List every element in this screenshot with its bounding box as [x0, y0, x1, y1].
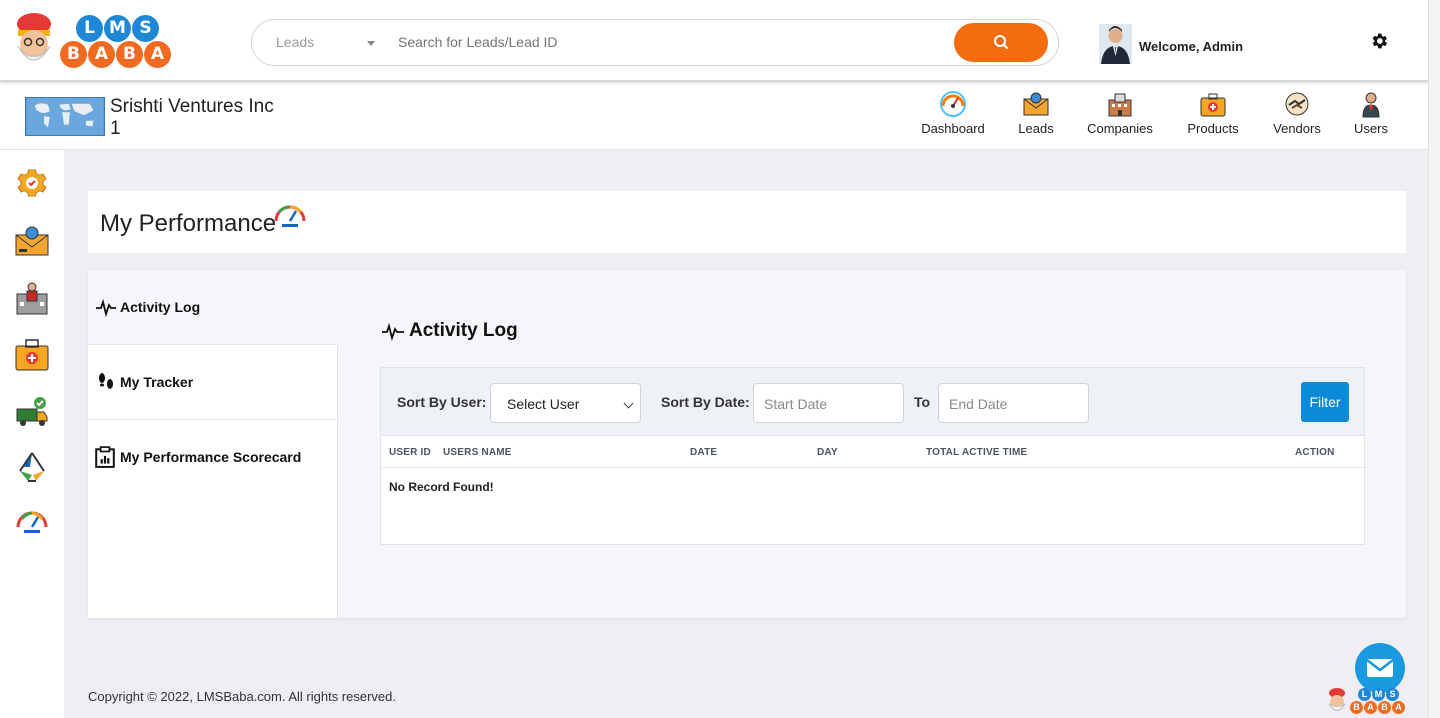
user-icon: [1362, 92, 1380, 118]
column-header[interactable]: USERS NAME: [443, 447, 512, 458]
logo-letter: M: [1372, 688, 1385, 701]
speedometer-icon: [940, 91, 966, 117]
tab-label: My Tracker: [120, 374, 194, 390]
page-title: My Performance: [100, 210, 277, 237]
sort-by-user-label: Sort By User:: [397, 394, 487, 410]
nav-companies[interactable]: Companies: [1084, 90, 1156, 136]
company-bar: Srishti Ventures Inc 1 Dashboard Leads C…: [0, 82, 1428, 150]
pulse-icon: [96, 298, 116, 317]
end-date-input[interactable]: End Date: [938, 383, 1089, 423]
pulse-icon: [382, 322, 404, 341]
page-scrollbar[interactable]: [1428, 0, 1440, 718]
nav-leads[interactable]: Leads: [1012, 90, 1060, 136]
column-header[interactable]: TOTAL ACTIVE TIME: [926, 447, 1027, 458]
to-label: To: [914, 394, 931, 410]
chevron-down-icon: [623, 398, 634, 409]
nav-label: Products: [1187, 121, 1239, 136]
nav-label: Vendors: [1273, 121, 1321, 136]
select-user-value: Select User: [507, 396, 580, 412]
avatar: [1099, 24, 1132, 64]
page-title-card: My Performance: [88, 191, 1406, 253]
companies-building-icon[interactable]: [14, 280, 50, 316]
nav-vendors[interactable]: Vendors: [1268, 90, 1326, 136]
logo-letter: L: [1358, 688, 1371, 701]
top-header: L M S B A B A Leads Welcome, Admin: [0, 0, 1428, 81]
search-bar: Leads: [251, 19, 1059, 66]
logo-letter: S: [1386, 688, 1399, 701]
empty-message: No Record Found!: [389, 480, 494, 494]
logo-letter: S: [132, 15, 159, 42]
logo-letter: B: [1378, 701, 1391, 714]
handshake-icon: [1285, 92, 1309, 116]
nav-dashboard[interactable]: Dashboard: [918, 90, 988, 136]
logo-letter: A: [88, 41, 115, 68]
lmsbaba-mini-logo: L M S B A B A: [1326, 687, 1406, 715]
column-header[interactable]: DAY: [817, 447, 838, 458]
column-header[interactable]: DATE: [690, 447, 717, 458]
chat-button[interactable]: [1355, 643, 1405, 693]
logo-letter: B: [60, 41, 87, 68]
nav-label: Users: [1354, 121, 1388, 136]
baba-mascot-icon: [17, 13, 51, 61]
tab-label: Activity Log: [120, 299, 201, 315]
performance-gauge-icon[interactable]: [14, 505, 50, 541]
nav-users[interactable]: Users: [1352, 90, 1390, 136]
performance-gauge-icon: [274, 205, 306, 227]
tab-my-performance-scorecard[interactable]: My Performance Scorecard: [88, 420, 338, 495]
leads-envelope-icon[interactable]: [14, 223, 50, 259]
briefcase-icon: [1200, 93, 1226, 117]
recycle-icon[interactable]: [14, 449, 50, 485]
search-icon: [994, 35, 1009, 50]
envelope-icon: [1366, 659, 1394, 677]
filter-button[interactable]: Filter: [1301, 382, 1349, 422]
vendors-truck-icon[interactable]: [14, 393, 50, 429]
nav-label: Dashboard: [921, 121, 985, 136]
welcome-text: Welcome, Admin: [1139, 39, 1244, 54]
sort-by-date-label: Sort By Date:: [661, 394, 750, 410]
tab-activity-log[interactable]: Activity Log: [88, 270, 338, 345]
activity-table: USER ID USERS NAME DATE DAY TOTAL ACTIVE…: [380, 435, 1365, 545]
lmsbaba-logo[interactable]: L M S B A B A: [12, 12, 177, 70]
select-user-dropdown[interactable]: Select User: [490, 383, 641, 423]
search-button[interactable]: [954, 23, 1048, 62]
left-icon-rail: [0, 150, 64, 718]
logo-letter: L: [76, 15, 103, 42]
start-date-input[interactable]: Start Date: [753, 383, 904, 423]
envelope-icon: [1023, 92, 1049, 116]
gear-icon[interactable]: [1369, 31, 1389, 51]
settings-gear-icon[interactable]: [14, 165, 50, 201]
baba-mascot-icon: [1328, 688, 1346, 711]
search-input[interactable]: [398, 34, 938, 50]
copyright-text: Copyright © 2022, LMSBaba.com. All right…: [88, 689, 397, 704]
logo-letter: B: [1350, 701, 1363, 714]
column-header[interactable]: ACTION: [1295, 447, 1335, 458]
nav-label: Leads: [1018, 121, 1054, 136]
filter-bar: Sort By User: Select User Sort By Date: …: [380, 367, 1365, 435]
performance-tabs: Activity Log My Tracker My Performance S…: [88, 270, 338, 618]
clipboard-chart-icon: [95, 446, 115, 468]
products-briefcase-icon[interactable]: [14, 336, 50, 372]
logo-letter: A: [1392, 701, 1405, 714]
chevron-down-icon[interactable]: [367, 41, 375, 46]
table-header: USER ID USERS NAME DATE DAY TOTAL ACTIVE…: [381, 436, 1364, 468]
nav-label: Companies: [1087, 121, 1153, 136]
search-category-select[interactable]: Leads: [276, 34, 314, 50]
footprints-icon: [99, 373, 113, 389]
tab-my-tracker[interactable]: My Tracker: [88, 345, 338, 420]
activity-log-content: Activity Log Sort By User: Select User S…: [339, 270, 1406, 618]
performance-panel: Activity Log My Tracker My Performance S…: [88, 270, 1406, 618]
world-map-icon: [25, 97, 105, 136]
tab-label: My Performance Scorecard: [120, 449, 302, 465]
nav-products[interactable]: Products: [1182, 90, 1244, 136]
logo-letter: M: [104, 15, 131, 42]
company-name: Srishti Ventures Inc 1: [110, 96, 274, 139]
logo-letter: A: [1364, 701, 1377, 714]
column-header[interactable]: USER ID: [389, 447, 431, 458]
logo-letter: A: [144, 41, 171, 68]
building-icon: [1108, 93, 1132, 117]
logo-letter: B: [116, 41, 143, 68]
section-heading: Activity Log: [409, 320, 518, 341]
